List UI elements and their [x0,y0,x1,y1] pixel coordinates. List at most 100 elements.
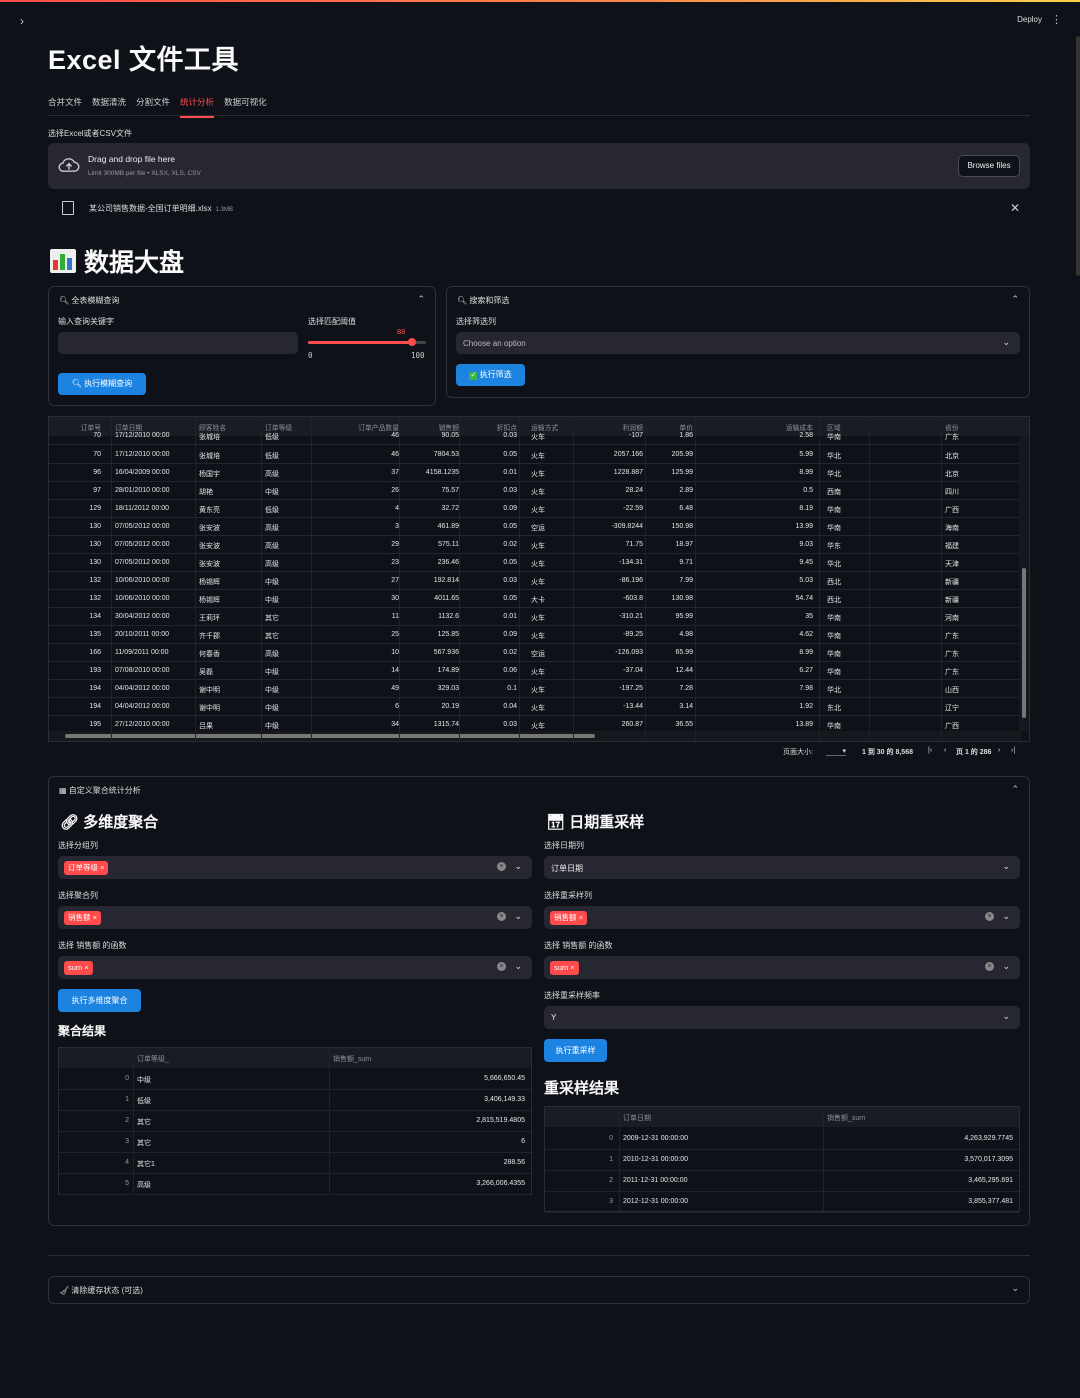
chevron-down-icon: ⌄ [1002,1011,1010,1021]
cloud-upload-icon [58,158,80,172]
resample-tag[interactable]: 销售额 × [550,911,587,925]
grid-cell: 4158.1235 [425,469,459,476]
clear-cache-expander[interactable]: 🧹︎ 清除缓存状态 (可选) ⌄ [48,1276,1030,1304]
result-column-header[interactable]: 销售额_sum [333,1054,371,1064]
result-row[interactable]: 1 2010-12-31 00:00:00 3,570,017.3095 [545,1150,1019,1171]
agg-tag[interactable]: 销售额 × [64,911,101,925]
deploy-button[interactable]: Deploy [1017,15,1042,24]
keyword-input[interactable] [58,332,298,354]
threshold-value: 88 [397,327,406,336]
grid-cell: 130 [89,541,101,548]
run-resample-button[interactable]: 执行重采样 [544,1039,607,1062]
date-column-select[interactable]: 订单日期 ⌄ [544,856,1020,879]
chevron-down-icon: ⌄ [1002,911,1010,921]
grid-vertical-thumb[interactable] [1022,568,1026,718]
clear-icon[interactable]: × [497,912,506,921]
grid-cell: 谢中明 [199,687,220,694]
first-page-icon[interactable]: |‹ [928,747,932,754]
grid-horizontal-thumb[interactable] [65,734,595,738]
row-index: 2 [125,1117,129,1124]
func-multiselect[interactable]: sum × × ⌄ [58,956,532,979]
group-column-multiselect[interactable]: 订单等级 × × ⌄ [58,856,532,879]
clear-icon[interactable]: × [985,912,994,921]
grid-cell: 49 [391,685,399,692]
resample-column-multiselect[interactable]: 销售额 × × ⌄ [544,906,1020,929]
result-table-header: 订单日期 销售额_sum [545,1107,1019,1127]
result-row[interactable]: 0 2009-12-31 00:00:00 4,263,929.7745 [545,1129,1019,1150]
chevron-up-icon[interactable]: ⌃ [417,294,425,305]
result-row[interactable]: 0 中级 5,666,650.45 [59,1069,531,1090]
filter-placeholder: Choose an option [463,339,526,348]
grid-cell: 13.99 [795,523,813,530]
agg-column-multiselect[interactable]: 销售额 × × ⌄ [58,906,532,929]
last-page-icon[interactable]: ›| [1011,747,1015,754]
close-icon[interactable]: ✕ [1010,201,1020,215]
result-row[interactable]: 5 高级 3,266,006.4355 [59,1174,531,1195]
run-filter-button[interactable]: ✓ 执行筛选 [456,364,525,386]
result-row[interactable]: 3 其它 6 [59,1132,531,1153]
clear-icon[interactable]: × [985,962,994,971]
resample-func-multiselect[interactable]: sum × × ⌄ [544,956,1020,979]
result-cell: 6 [521,1138,525,1145]
grid-cell: 中级 [265,579,279,586]
grid-cell: 华南 [827,507,841,514]
grid-cell: 4.62 [799,631,813,638]
grid-vertical-scrollbar[interactable] [1019,436,1029,731]
result-row[interactable]: 4 其它1 288.56 [59,1153,531,1174]
page-scrollbar[interactable] [1076,36,1080,276]
group-tag[interactable]: 订单等级 × [64,861,109,875]
grid-cell: 8.99 [799,649,813,656]
grid-cell: 其它 [265,633,279,640]
aggregation-result-table[interactable]: 订单等级_ 销售额_sum 0 中级 5,666,650.45 1 低级 3,406,149.… [58,1047,532,1195]
grid-cell: 150.98 [671,523,693,530]
filter-header[interactable]: 🔍︎ 搜索和筛选 [457,295,509,306]
result-cell: 高级 [137,1182,151,1189]
chevron-right-icon[interactable]: › [20,14,24,28]
grid-cell: 25 [391,631,399,638]
grid-column-divider [111,417,112,741]
resample-func-tag[interactable]: sum × [550,961,579,975]
result-row[interactable]: 1 低级 3,406,149.33 [59,1090,531,1111]
grid-cell: 75.57 [441,487,459,494]
file-uploader-dropzone[interactable]: Drag and drop file here Limit 300MB per … [48,143,1030,189]
clear-icon[interactable]: × [497,862,506,871]
result-row[interactable]: 2 其它 2,815,519.4805 [59,1111,531,1132]
custom-aggregation-header[interactable]: ▦ 自定义聚合统计分析 [59,785,141,796]
result-column-header[interactable]: 订单等级_ [137,1054,169,1064]
chevron-down-icon: ⌄ [1002,961,1010,971]
fuzzy-query-header[interactable]: 🔍︎ 全表模糊查询 [59,295,119,306]
agg-column-label: 选择聚合列 [58,891,98,900]
slider-handle[interactable] [407,338,416,346]
resample-heading: 📅︎ 日期重采样 [546,811,644,832]
grid-cell: 低级 [265,453,279,460]
result-row[interactable]: 2 2011-12-31 00:00:00 3,465,295.691 [545,1171,1019,1192]
grid-column-divider [869,417,870,741]
run-multi-aggregation-button[interactable]: 执行多维度聚合 [58,989,141,1012]
result-column-header[interactable]: 订单日期 [623,1113,651,1123]
result-column-header[interactable]: 销售额_sum [827,1113,865,1123]
grid-cell: 火车 [531,489,545,496]
grid-cell: 135 [89,631,101,638]
tab-divider [48,115,1030,116]
grid-cell: 46 [391,451,399,458]
grid-column-divider [819,417,820,741]
func-tag[interactable]: sum × [64,961,93,975]
result-row[interactable]: 3 2012-12-31 00:00:00 3,855,377.481 [545,1192,1019,1213]
resample-result-table[interactable]: 订单日期 销售额_sum 0 2009-12-31 00:00:00 4,263,929… [544,1106,1020,1213]
result-cell: 2011-12-31 00:00:00 [623,1177,688,1184]
file-icon [62,201,74,215]
next-page-icon[interactable]: › [998,747,1000,754]
resample-freq-select[interactable]: Y ⌄ [544,1006,1020,1029]
grid-cell: 07/05/2012 00:00 [115,559,170,566]
filter-column-select[interactable]: Choose an option ⌄ [456,332,1020,354]
browse-files-button[interactable]: Browse files [958,155,1020,177]
prev-page-icon[interactable]: ‹ [944,747,946,754]
kebab-menu-icon[interactable]: ⋮ [1051,13,1062,26]
chevron-up-icon[interactable]: ⌃ [1011,784,1019,795]
chevron-up-icon[interactable]: ⌃ [1011,294,1019,305]
threshold-slider[interactable] [308,338,426,346]
data-grid[interactable]: 订单号 订单日期 顾客姓名 订单等级 订单产品数量 销售额 折扣点 运输方式 利润额 单价 运输成本… [48,416,1030,742]
page-size-select[interactable]: ▾ [826,747,846,756]
clear-icon[interactable]: × [497,962,506,971]
run-fuzzy-query-button[interactable]: 🔍︎ 执行模糊查询 [58,373,146,395]
